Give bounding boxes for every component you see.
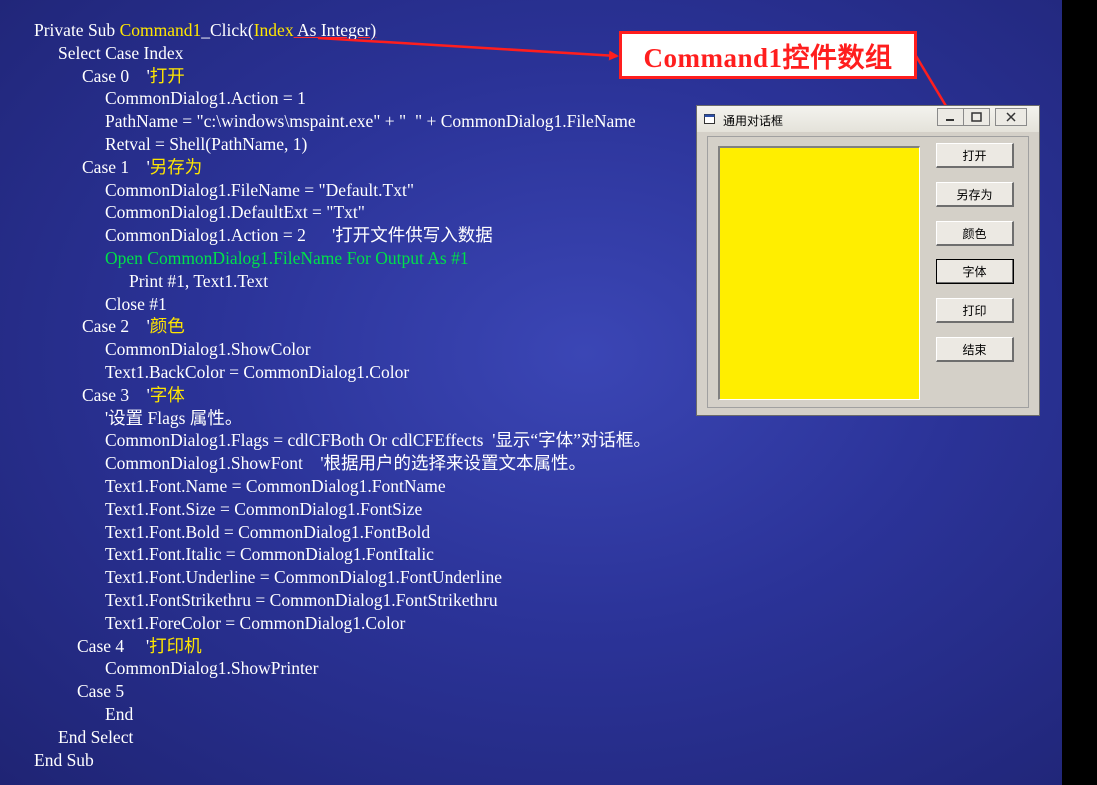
code-token: Command1 <box>119 20 202 40</box>
callout-box: Command1控件数组 <box>619 31 917 79</box>
code-line: Text1.Font.Name = CommonDialog1.FontName <box>0 475 651 498</box>
code-token: Text1.Font.Underline = CommonDialog1.Fon… <box>105 567 503 588</box>
code-token: Private Sub <box>34 20 120 40</box>
code-token: Retval = Shell(PathName, 1) <box>105 133 308 154</box>
code-line: Text1.ForeColor = CommonDialog1.Color <box>0 612 651 635</box>
code-line: Text1.Font.Italic = CommonDialog1.FontIt… <box>0 543 651 566</box>
code-token: Close #1 <box>105 293 167 314</box>
code-line: Case 2 '颜色 <box>0 315 651 338</box>
code-line: End Sub <box>0 749 651 772</box>
code-token: PathName = "c:\windows\mspaint.exe" + " … <box>105 111 636 132</box>
command1-button-4[interactable]: 打印 <box>936 298 1014 323</box>
code-line: Case 5 <box>0 680 651 703</box>
code-token: Text1.Font.Size = CommonDialog1.FontSize <box>105 498 423 519</box>
minimize-button[interactable] <box>937 108 964 126</box>
code-line: CommonDialog1.Action = 1 <box>0 87 651 110</box>
code-line: End <box>0 703 651 726</box>
code-line: Text1.Font.Bold = CommonDialog1.FontBold <box>0 521 651 544</box>
text1-textbox[interactable] <box>718 146 920 400</box>
code-token: Case 2 ' <box>82 316 150 337</box>
title-bar[interactable]: 通用对话框 <box>697 106 1039 132</box>
code-line: CommonDialog1.Action = 2 '打开文件供写入数据 <box>0 224 651 247</box>
maximize-icon <box>971 112 982 122</box>
code-token: Text1.FontStrikethru = CommonDialog1.Fon… <box>105 589 498 610</box>
window-icon <box>704 114 715 124</box>
command1-button-1[interactable]: 另存为 <box>936 182 1014 207</box>
code-token: Case 0 ' <box>82 65 150 86</box>
code-listing: Private Sub Command1_Click(Index As Inte… <box>0 19 651 771</box>
code-line: Retval = Shell(PathName, 1) <box>0 133 651 156</box>
code-line: CommonDialog1.DefaultExt = "Txt" <box>0 201 651 224</box>
form-window: 通用对话框 打开另存为颜色字体打印结束 <box>696 105 1040 416</box>
code-token: Text1.ForeColor = CommonDialog1.Color <box>105 612 406 633</box>
code-line: Case 3 '字体 <box>0 384 651 407</box>
code-token: End Sub <box>34 749 94 770</box>
code-line: Text1.FontStrikethru = CommonDialog1.Fon… <box>0 589 651 612</box>
code-token: CommonDialog1.Flags = cdlCFBoth Or cdlCF… <box>105 430 651 451</box>
code-token: Print #1, Text1.Text <box>129 270 269 291</box>
code-token: Select Case Index <box>58 42 184 63</box>
code-line: '设置 Flags 属性。 <box>0 407 651 430</box>
code-line: CommonDialog1.ShowPrinter <box>0 657 651 680</box>
code-line: Print #1, Text1.Text <box>0 270 651 293</box>
code-line: CommonDialog1.FileName = "Default.Txt" <box>0 179 651 202</box>
code-token: Index <box>253 20 294 40</box>
code-token: CommonDialog1.DefaultExt = "Txt" <box>105 202 365 223</box>
code-line: CommonDialog1.Flags = cdlCFBoth Or cdlCF… <box>0 429 651 452</box>
code-line: Open CommonDialog1.FileName For Output A… <box>0 247 651 270</box>
code-token: Text1.Font.Name = CommonDialog1.FontName <box>105 475 446 496</box>
close-button[interactable] <box>995 108 1027 126</box>
code-line: CommonDialog1.ShowFont '根据用户的选择来设置文本属性。 <box>0 452 651 475</box>
code-line: End Select <box>0 726 651 749</box>
code-token: Case 1 ' <box>82 156 150 177</box>
code-line: Text1.Font.Underline = CommonDialog1.Fon… <box>0 566 651 589</box>
code-line: Select Case Index <box>0 42 651 65</box>
code-line: Text1.BackColor = CommonDialog1.Color <box>0 361 651 384</box>
command1-button-0[interactable]: 打开 <box>936 143 1014 168</box>
code-line: Private Sub Command1_Click(Index As Inte… <box>0 19 651 42</box>
code-line: CommonDialog1.ShowColor <box>0 338 651 361</box>
code-line: Text1.Font.Size = CommonDialog1.FontSize <box>0 498 651 521</box>
callout-text: Command1控件数组 <box>643 42 893 73</box>
minimize-icon <box>946 119 954 121</box>
code-token: 打印机 <box>149 635 202 656</box>
code-token: CommonDialog1.ShowColor <box>105 339 311 360</box>
code-line: PathName = "c:\windows\mspaint.exe" + " … <box>0 110 651 133</box>
window-title: 通用对话框 <box>723 114 784 128</box>
command1-button-3[interactable]: 字体 <box>936 259 1014 284</box>
code-token: CommonDialog1.FileName = "Default.Txt" <box>105 179 414 200</box>
code-token: End <box>105 703 134 724</box>
code-token: Case 5 <box>77 681 125 702</box>
code-token: 打开 <box>149 65 185 86</box>
command1-button-5[interactable]: 结束 <box>936 337 1014 362</box>
maximize-button[interactable] <box>963 108 990 126</box>
close-icon <box>1006 112 1016 122</box>
code-token: Case 4 ' <box>77 635 150 656</box>
code-token: 另存为 <box>149 156 203 177</box>
code-token: _Click( <box>201 20 254 40</box>
code-token: CommonDialog1.ShowFont '根据用户的选择来设置文本属性。 <box>105 453 587 474</box>
code-token: '设置 Flags 属性。 <box>105 407 243 428</box>
code-token: Case 3 ' <box>82 384 150 405</box>
code-token: Text1.Font.Bold = CommonDialog1.FontBold <box>105 521 431 542</box>
code-line: Case 1 '另存为 <box>0 156 651 179</box>
code-token: As Integer) <box>293 20 377 40</box>
code-token: Text1.BackColor = CommonDialog1.Color <box>105 361 410 382</box>
code-token: End Select <box>58 726 134 747</box>
code-token: 字体 <box>149 384 185 405</box>
code-token: CommonDialog1.Action = 1 <box>105 88 306 109</box>
code-token: Open CommonDialog1.FileName For Output A… <box>105 247 469 268</box>
code-line: Close #1 <box>0 293 651 316</box>
code-line: Case 0 '打开 <box>0 65 651 88</box>
code-line: Case 4 '打印机 <box>0 635 651 658</box>
code-token: 颜色 <box>149 316 185 337</box>
code-token: CommonDialog1.Action = 2 '打开文件供写入数据 <box>105 225 493 246</box>
code-token: Text1.Font.Italic = CommonDialog1.FontIt… <box>105 544 434 565</box>
command1-button-2[interactable]: 颜色 <box>936 221 1014 246</box>
code-token: CommonDialog1.ShowPrinter <box>105 658 319 679</box>
